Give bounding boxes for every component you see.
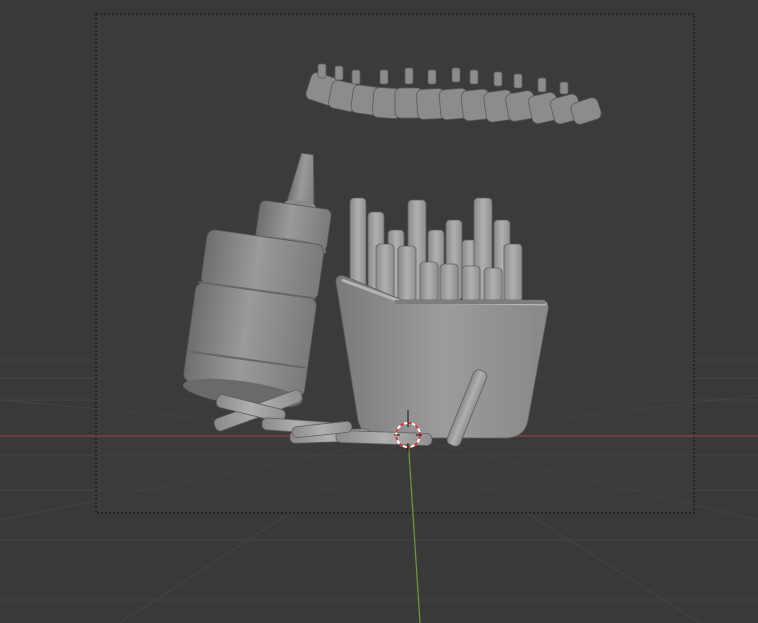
3d-viewport[interactable] (0, 0, 758, 623)
viewport-canvas[interactable] (0, 0, 758, 623)
